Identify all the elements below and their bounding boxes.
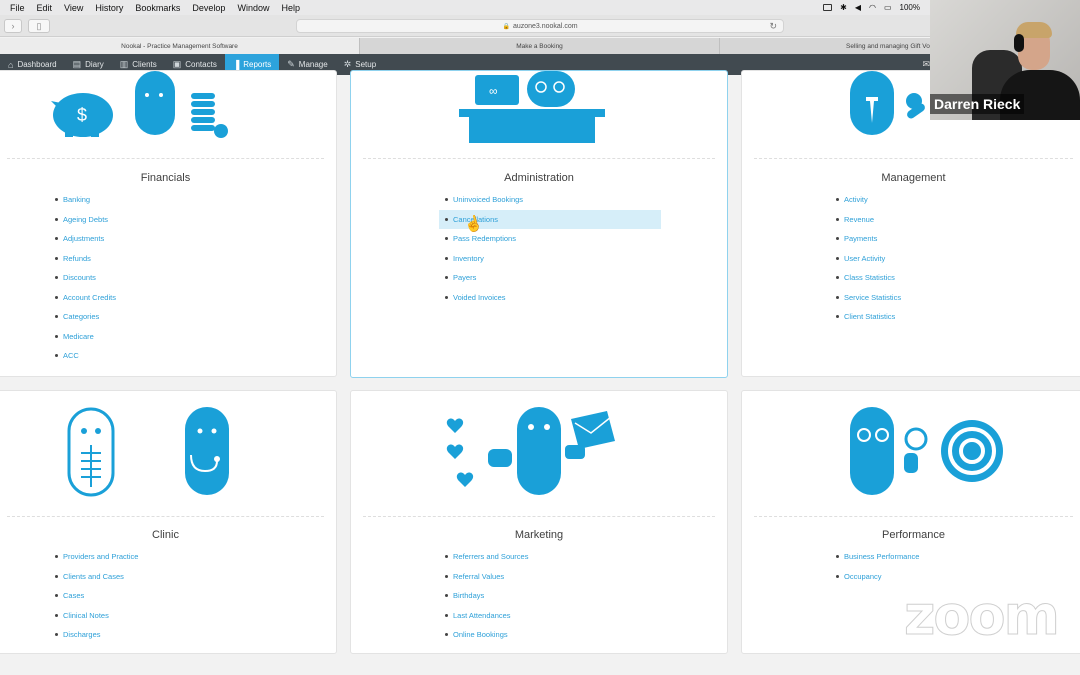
clinic-illustration	[0, 405, 336, 497]
divider	[754, 158, 1073, 159]
contacts-icon: ▣	[172, 59, 182, 69]
card-administration: ∞ Administration Uninvoiced Bookings Can…	[350, 70, 728, 378]
svg-text:$: $	[77, 105, 87, 125]
browser-toolbar: › ▯ 🔒 auzone3.nookal.com ↻	[0, 15, 1080, 37]
wifi-icon[interactable]: ◠	[869, 3, 876, 12]
reload-icon[interactable]: ↻	[769, 21, 777, 32]
url-text: auzone3.nookal.com	[512, 22, 578, 30]
battery-percent: 100%	[899, 3, 920, 12]
card-title: Marketing	[514, 529, 564, 541]
marketing-links: Referrers and Sources Referral Values Bi…	[445, 547, 528, 645]
forward-button[interactable]: ›	[4, 19, 22, 33]
menu-help[interactable]: Help	[275, 3, 306, 13]
chevron-right-icon: ›	[11, 21, 15, 31]
menu-window[interactable]: Window	[231, 3, 275, 13]
link-adjustments[interactable]: Adjustments	[55, 229, 116, 249]
link-discharges[interactable]: Discharges	[55, 625, 138, 645]
link-birthdays[interactable]: Birthdays	[445, 586, 528, 606]
webcam-video: Darren Rieck	[930, 0, 1080, 120]
screen-icon[interactable]	[823, 4, 833, 11]
link-revenue[interactable]: Revenue	[836, 210, 901, 230]
sidebar-button[interactable]: ▯	[28, 19, 50, 33]
link-class-statistics[interactable]: Class Statistics	[836, 268, 901, 288]
divider	[363, 516, 715, 517]
performance-illustration	[742, 405, 1080, 497]
administration-links: Uninvoiced Bookings Cancellations Pass R…	[439, 190, 661, 308]
management-links: Activity Revenue Payments User Activity …	[836, 190, 901, 327]
card-title: Management	[881, 172, 946, 184]
card-title: Clinic	[152, 529, 179, 541]
card-marketing: Marketing Referrers and Sources Referral…	[350, 390, 728, 654]
link-payers[interactable]: Payers	[445, 268, 661, 288]
card-title: Performance	[882, 529, 945, 541]
headset-icon	[1014, 34, 1024, 52]
divider	[7, 158, 324, 159]
link-last-attendances[interactable]: Last Attendances	[445, 606, 528, 626]
link-uninvoiced-bookings[interactable]: Uninvoiced Bookings	[445, 190, 661, 210]
marketing-illustration	[351, 405, 727, 497]
wrench-icon: ✎	[287, 59, 295, 69]
link-clinical-notes[interactable]: Clinical Notes	[55, 606, 138, 626]
link-clients-and-cases[interactable]: Clients and Cases	[55, 567, 138, 587]
link-business-performance[interactable]: Business Performance	[836, 547, 919, 567]
address-bar[interactable]: 🔒 auzone3.nookal.com ↻	[296, 19, 784, 33]
link-activity[interactable]: Activity	[836, 190, 901, 210]
menu-file[interactable]: File	[0, 3, 31, 13]
svg-text:∞: ∞	[489, 84, 498, 98]
financials-illustration: $	[0, 71, 336, 153]
link-user-activity[interactable]: User Activity	[836, 249, 901, 269]
card-title: Administration	[504, 172, 574, 184]
financials-links: Banking Ageing Debts Adjustments Refunds…	[55, 190, 116, 366]
link-ageing-debts[interactable]: Ageing Debts	[55, 210, 116, 230]
menu-develop[interactable]: Develop	[186, 3, 231, 13]
link-categories[interactable]: Categories	[55, 307, 116, 327]
link-online-bookings[interactable]: Online Bookings	[445, 625, 528, 645]
link-inventory[interactable]: Inventory	[445, 249, 661, 269]
link-service-statistics[interactable]: Service Statistics	[836, 288, 901, 308]
menu-view[interactable]: View	[58, 3, 89, 13]
divider	[363, 158, 715, 159]
link-acc[interactable]: ACC	[55, 346, 116, 366]
macos-menubar: File Edit View History Bookmarks Develop…	[0, 0, 1080, 15]
menu-bookmarks[interactable]: Bookmarks	[129, 3, 186, 13]
menu-history[interactable]: History	[89, 3, 129, 13]
link-providers-and-practice[interactable]: Providers and Practice	[55, 547, 138, 567]
tab-make-booking[interactable]: Make a Booking	[360, 38, 720, 54]
browser-tabs: Nookal - Practice Management Software Ma…	[0, 38, 1080, 54]
mail-icon[interactable]: ✉	[922, 59, 930, 70]
bar-chart-icon: ▐	[232, 59, 240, 70]
bluetooth-icon[interactable]: ✱	[840, 3, 847, 12]
link-refunds[interactable]: Refunds	[55, 249, 116, 269]
card-clinic: Clinic Providers and Practice Clients an…	[0, 390, 337, 654]
link-referrers-and-sources[interactable]: Referrers and Sources	[445, 547, 528, 567]
volume-icon[interactable]: ◀	[855, 3, 861, 12]
home-icon: ⌂	[8, 59, 14, 70]
link-account-credits[interactable]: Account Credits	[55, 288, 116, 308]
divider	[754, 516, 1073, 517]
link-cases[interactable]: Cases	[55, 586, 138, 606]
zoom-watermark: zoom	[904, 584, 1061, 648]
administration-illustration: ∞	[351, 71, 727, 153]
card-title: Financials	[140, 172, 191, 184]
gear-icon: ✲	[343, 59, 352, 69]
link-referral-values[interactable]: Referral Values	[445, 567, 528, 587]
tab-nookal[interactable]: Nookal - Practice Management Software	[0, 38, 360, 54]
lock-icon: 🔒	[502, 23, 510, 30]
menu-edit[interactable]: Edit	[31, 3, 59, 13]
link-discounts[interactable]: Discounts	[55, 268, 116, 288]
clinic-links: Providers and Practice Clients and Cases…	[55, 547, 138, 645]
link-client-statistics[interactable]: Client Statistics	[836, 307, 901, 327]
link-payments[interactable]: Payments	[836, 229, 901, 249]
performance-links: Business Performance Occupancy	[836, 547, 919, 586]
sidebar-icon: ▯	[36, 20, 42, 31]
divider	[7, 516, 324, 517]
participant-name: Darren Rieck	[930, 94, 1025, 114]
link-voided-invoices[interactable]: Voided Invoices	[445, 288, 661, 308]
clients-icon: ▥	[119, 59, 129, 69]
book-icon: ▤	[72, 59, 82, 69]
link-banking[interactable]: Banking	[55, 190, 116, 210]
battery-icon[interactable]: ▭	[884, 3, 892, 12]
card-financials: $ Financials Banking Ageing Debts Adjust…	[0, 70, 337, 377]
link-medicare[interactable]: Medicare	[55, 327, 116, 347]
